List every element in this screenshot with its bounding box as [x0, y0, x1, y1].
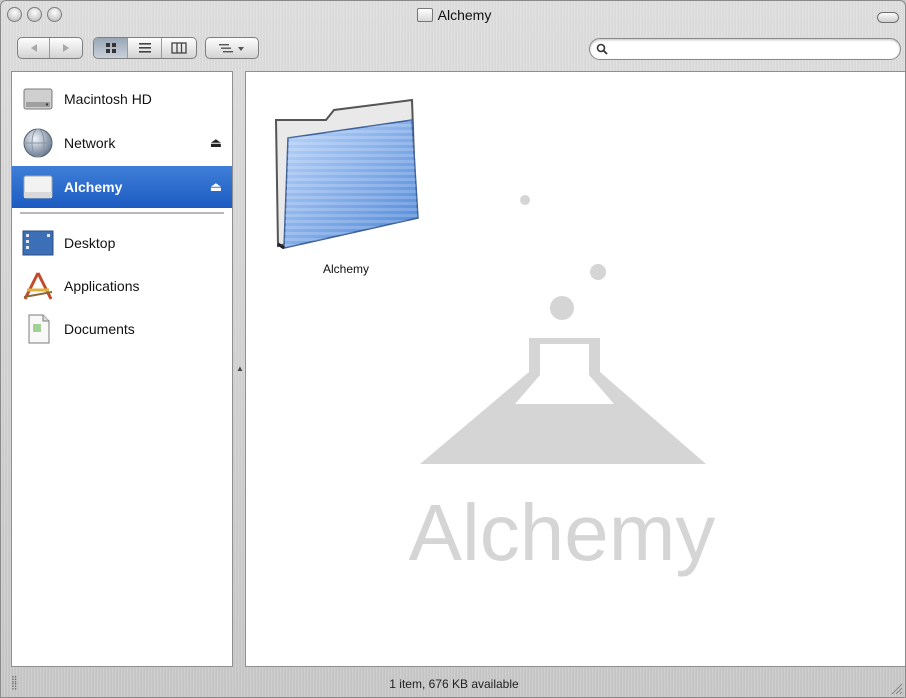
- toolbar-toggle-button[interactable]: [877, 12, 899, 23]
- window-title-group: Alchemy: [1, 7, 905, 23]
- network-globe-icon: [20, 125, 56, 161]
- sidebar-item-network[interactable]: Network ⏏: [12, 122, 232, 164]
- sidebar-divider: [20, 212, 224, 214]
- eject-icon[interactable]: ⏏: [210, 179, 222, 195]
- back-button[interactable]: [18, 38, 50, 58]
- forward-arrow-icon: [63, 44, 69, 52]
- splitter-handle-icon: ▲: [236, 364, 244, 373]
- toolbar: [1, 33, 905, 65]
- resize-grip-icon[interactable]: [889, 681, 903, 695]
- icon-view-button[interactable]: [94, 38, 128, 58]
- disk-proxy-icon[interactable]: [416, 8, 433, 22]
- sidebar-item-macintosh-hd[interactable]: Macintosh HD: [12, 78, 232, 120]
- action-menu-cell[interactable]: [206, 38, 258, 58]
- sidebar-item-label: Macintosh HD: [64, 91, 152, 107]
- sidebar-item-label: Alchemy: [64, 179, 123, 195]
- column-view-icon: [171, 42, 187, 54]
- action-menu-icon: [219, 44, 244, 53]
- window-title: Alchemy: [437, 7, 492, 23]
- folder-item[interactable]: Alchemy: [266, 94, 426, 284]
- sidebar: Macintosh HD Network ⏏ Alchemy ⏏ Desktop…: [11, 71, 233, 667]
- sidebar-item-label: Desktop: [64, 235, 116, 251]
- status-text: 1 item, 676 KB available: [389, 677, 519, 691]
- eject-icon[interactable]: ⏏: [210, 135, 222, 151]
- list-view-button[interactable]: [128, 38, 162, 58]
- sidebar-item-documents[interactable]: Documents: [12, 308, 232, 350]
- folder-icon: [274, 98, 419, 250]
- sidebar-grip-icon[interactable]: ⠿ ⠿: [11, 676, 18, 692]
- forward-button[interactable]: [50, 38, 82, 58]
- action-menu-button[interactable]: [205, 37, 259, 59]
- sidebar-item-label: Applications: [64, 278, 140, 294]
- view-mode-control: [93, 37, 197, 59]
- desktop-icon: [20, 225, 56, 261]
- back-forward-control: [17, 37, 83, 59]
- sidebar-splitter[interactable]: ▲: [233, 71, 245, 667]
- status-bar: ⠿ ⠿ 1 item, 676 KB available: [1, 669, 905, 697]
- folder-label: Alchemy: [322, 262, 369, 276]
- finder-window: Alchemy Macintosh HD Network ⏏ Alchemy ⏏…: [0, 0, 906, 698]
- applications-icon: [20, 268, 56, 304]
- sidebar-item-desktop[interactable]: Desktop: [12, 222, 232, 264]
- search-input[interactable]: [612, 40, 900, 58]
- icon-view-icon: [105, 43, 116, 53]
- back-arrow-icon: [30, 44, 37, 52]
- search-field[interactable]: [589, 38, 901, 60]
- watermark-text: Alchemy: [409, 488, 716, 577]
- list-view-icon: [138, 43, 151, 53]
- hard-drive-icon: [20, 81, 56, 117]
- disk-image-icon: [20, 169, 56, 205]
- title-bar[interactable]: Alchemy: [1, 1, 905, 37]
- documents-icon: [20, 311, 56, 347]
- search-icon: [596, 43, 608, 55]
- column-view-button[interactable]: [162, 38, 196, 58]
- content-area: Alchemy Alchemy: [245, 71, 905, 667]
- sidebar-item-label: Network: [64, 135, 116, 151]
- sidebar-item-alchemy[interactable]: Alchemy ⏏: [12, 166, 232, 208]
- sidebar-item-applications[interactable]: Applications: [12, 265, 232, 307]
- sidebar-item-label: Documents: [64, 321, 135, 337]
